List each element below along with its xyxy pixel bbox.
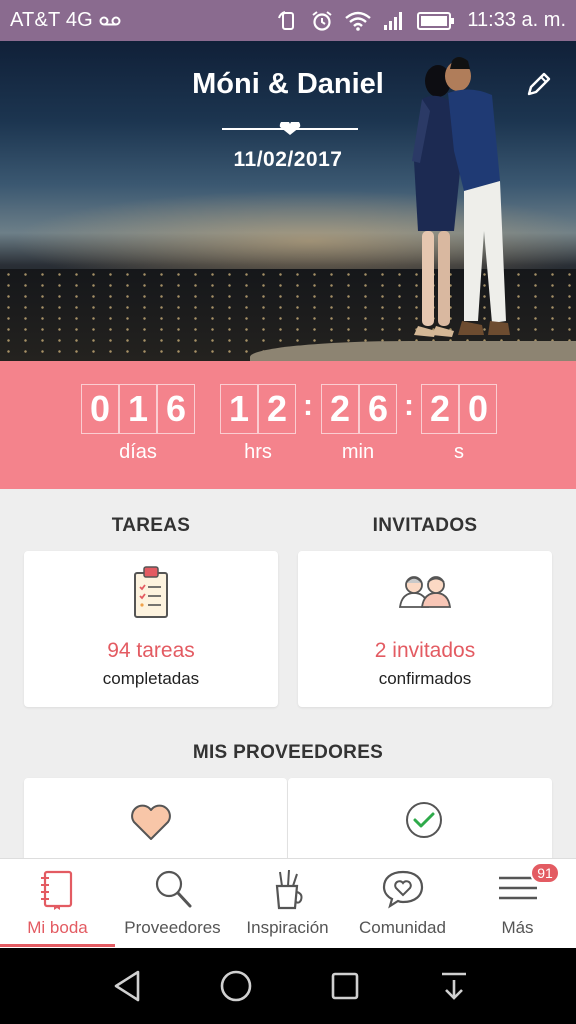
colon-separator: : <box>404 389 414 422</box>
back-icon[interactable] <box>108 966 148 1006</box>
system-navigation-bar <box>0 948 576 1024</box>
tasks-title: TAREAS <box>111 515 191 536</box>
couple-names: Móni & Daniel <box>192 68 384 100</box>
heart-divider <box>222 122 358 135</box>
check-circle-icon <box>406 802 442 838</box>
providers-favorites-card[interactable] <box>24 778 287 868</box>
search-icon <box>155 870 192 908</box>
seconds-digit: 0 <box>459 384 497 434</box>
nav-mi-boda[interactable]: Mi boda <box>0 859 115 949</box>
days-digit: 1 <box>119 384 157 434</box>
recents-icon[interactable] <box>325 966 365 1006</box>
wedding-date: 11/02/2017 <box>233 148 343 171</box>
carrier-label: AT&T 4G <box>10 9 121 32</box>
home-icon[interactable] <box>216 966 256 1006</box>
nav-comunidad[interactable]: Comunidad <box>345 859 460 949</box>
signal-icon <box>384 11 403 30</box>
days-label: días <box>119 441 157 463</box>
seconds-digit: 2 <box>421 384 459 434</box>
days-digit: 6 <box>157 384 195 434</box>
battery-icon <box>417 11 455 30</box>
minutes-label: min <box>341 441 375 463</box>
notebook-icon <box>41 870 73 910</box>
carrier-text: AT&T 4G <box>10 9 93 31</box>
guests-icon <box>398 576 452 608</box>
voicemail-icon <box>99 16 121 25</box>
seconds-label: s <box>454 441 464 463</box>
nav-label: Inspiración <box>246 918 329 937</box>
nav-label: Comunidad <box>359 918 446 937</box>
providers-title: MIS PROVEEDORES <box>192 742 384 763</box>
brushes-icon <box>275 869 303 910</box>
hours-digit: 1 <box>220 384 258 434</box>
guests-sub: confirmados <box>378 669 472 688</box>
tasks-count: 94 tareas <box>107 639 195 662</box>
tasks-card[interactable]: 94 tareas completadas <box>24 551 278 707</box>
edit-pencil-icon[interactable] <box>524 69 554 99</box>
alarm-icon <box>312 10 333 31</box>
heart-icon <box>131 804 171 840</box>
minutes-digit: 6 <box>359 384 397 434</box>
wedding-countdown: 0 1 6 1 2 : 2 6 : 2 0 días hrs min s <box>0 361 576 489</box>
providers-hired-card[interactable] <box>288 778 552 868</box>
clock: 11:33 a. m. <box>467 9 566 31</box>
hero-photo: Móni & Daniel 11/02/2017 <box>0 41 576 361</box>
days-digit: 0 <box>81 384 119 434</box>
guests-count: 2 invitados <box>374 639 476 662</box>
nav-proveedores[interactable]: Proveedores <box>115 859 230 949</box>
guests-title: INVITADOS <box>372 515 478 536</box>
clipboard-icon <box>134 566 168 618</box>
minutes-digit: 2 <box>321 384 359 434</box>
tasks-sub: completadas <box>102 669 200 688</box>
chat-heart-icon <box>382 870 424 909</box>
notification-drawer-icon[interactable] <box>434 966 474 1006</box>
hours-label: hrs <box>244 441 272 463</box>
nav-label: Mi boda <box>27 918 88 937</box>
notification-badge: 91 <box>530 862 560 884</box>
rotate-icon <box>278 10 295 30</box>
nav-label: Proveedores <box>124 918 221 937</box>
active-tab-indicator <box>0 944 115 947</box>
guests-card[interactable]: 2 invitados confirmados <box>298 551 552 707</box>
nav-inspiracion[interactable]: Inspiración <box>230 859 345 949</box>
status-bar: AT&T 4G 11:33 a. m. <box>0 0 576 41</box>
bottom-navigation: Mi boda Proveedores Inspiración Comunida… <box>0 858 576 948</box>
colon-separator: : <box>303 389 313 422</box>
hours-digit: 2 <box>258 384 296 434</box>
wifi-icon <box>345 11 372 31</box>
nav-label: Más <box>501 918 534 937</box>
